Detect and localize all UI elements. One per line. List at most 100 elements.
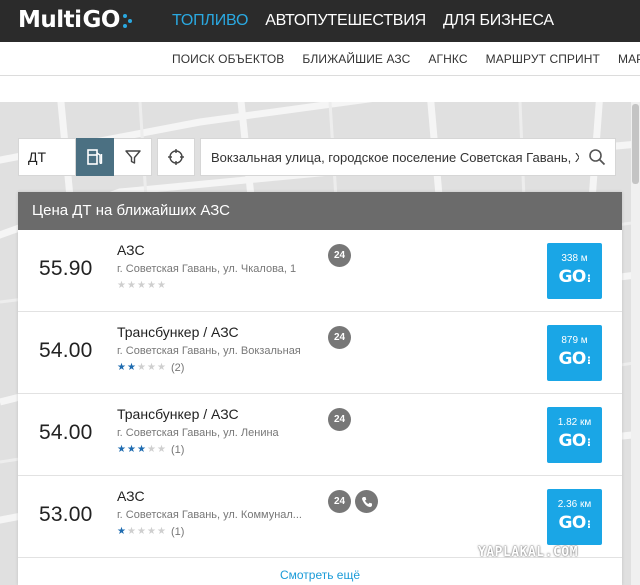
star-icon: ★ (137, 526, 146, 537)
star-icon: ★ (137, 444, 146, 455)
nearest-stations-panel: Цена ДТ на ближайших АЗС 55.90 АЗС г. Сове… (18, 192, 622, 585)
station-price: 54.00 (39, 339, 93, 362)
star-icon: ★ (127, 280, 136, 291)
subnav-cng-stations[interactable]: АГНКС (428, 52, 467, 66)
fuel-pump-icon (86, 149, 102, 165)
sub-nav-bar: ПОИСК ОБЪЕКТОВ БЛИЖАЙШИЕ АЗС АГНКС МАРШР… (0, 42, 640, 76)
go-logo: GO⁝ (558, 431, 591, 451)
station-address: г. Советская Гавань, ул. Ленина (117, 427, 279, 439)
station-address: г. Советская Гавань, ул. Чкалова, 1 (117, 263, 297, 275)
star-icon: ★ (137, 362, 146, 373)
panel-title: Цена ДТ на ближайших АЗС (18, 192, 622, 230)
station-name[interactable]: Трансбункер / АЗС (117, 324, 239, 340)
magnifier-icon (589, 149, 606, 166)
star-icon: ★ (117, 526, 126, 537)
page-scrollbar[interactable] (631, 102, 640, 585)
station-price: 53.00 (39, 503, 93, 526)
go-dots-icon: ⁝ (586, 436, 591, 449)
subnav-route-cut[interactable]: МАРШ (618, 52, 640, 66)
star-icon: ★ (117, 280, 126, 291)
go-logo: GO⁝ (558, 513, 591, 533)
locate-me-button[interactable] (157, 138, 195, 176)
star-icon: ★ (157, 280, 166, 291)
address-input[interactable] (201, 139, 579, 175)
go-logo: GO⁝ (558, 267, 591, 287)
search-toolbar: ДТ (18, 138, 616, 176)
multigo-logo[interactable]: MultiGO (18, 5, 133, 35)
nav-fuel[interactable]: ТОПЛИВО (172, 12, 248, 30)
address-search (200, 138, 616, 176)
open-24h-badge: 24 (328, 490, 351, 513)
station-badges: 24 (328, 326, 355, 349)
subnav-object-search[interactable]: ПОИСК ОБЪЕКТОВ (172, 52, 284, 66)
go-dots-icon: ⁝ (586, 354, 591, 367)
station-row[interactable]: 55.90 АЗС г. Советская Гавань, ул. Чкалова… (18, 230, 622, 312)
star-icon: ★ (127, 526, 136, 537)
search-button[interactable] (579, 139, 615, 175)
star-icon: ★ (157, 362, 166, 373)
star-icon: ★ (127, 444, 136, 455)
station-rating: ★ ★ ★ ★ ★ (2) (117, 362, 184, 374)
star-icon: ★ (147, 362, 156, 373)
station-badges: 24 (328, 490, 378, 513)
station-address: г. Советская Гавань, ул. Вокзальная (117, 345, 301, 357)
filter-icon (124, 150, 141, 164)
nav-road-trips[interactable]: АВТОПУТЕШЕСТВИЯ (265, 12, 426, 30)
star-icon: ★ (157, 526, 166, 537)
station-distance: 338 м (561, 253, 588, 264)
show-more-link[interactable]: Смотреть ещё (18, 568, 622, 582)
go-route-button[interactable]: 2.36 км GO⁝ (547, 489, 602, 545)
phone-icon[interactable] (355, 490, 378, 513)
filter-button[interactable] (114, 138, 152, 176)
station-list: 55.90 АЗС г. Советская Гавань, ул. Чкалова… (18, 230, 622, 558)
star-icon: ★ (147, 526, 156, 537)
station-price: 55.90 (39, 257, 93, 280)
go-route-button[interactable]: 879 м GO⁝ (547, 325, 602, 381)
station-rating: ★ ★ ★ ★ ★ (1) (117, 526, 184, 538)
subnav-nearest-stations[interactable]: БЛИЖАЙШИЕ АЗС (302, 52, 410, 66)
scrollbar-thumb[interactable] (632, 104, 639, 184)
crosshair-icon (168, 149, 184, 165)
logo-dots-icon (122, 13, 133, 29)
go-dots-icon: ⁝ (586, 518, 591, 531)
station-rating: ★ ★ ★ ★ ★ (117, 280, 171, 292)
station-row[interactable]: 54.00 Трансбункер / АЗС г. Советская Гаван… (18, 394, 622, 476)
star-icon: ★ (117, 362, 126, 373)
top-nav-bar: MultiGO ТОПЛИВО АВТОПУТЕШЕСТВИЯ ДЛЯ БИЗН… (0, 0, 640, 42)
station-distance: 879 м (561, 335, 588, 346)
go-route-button[interactable]: 338 м GO⁝ (547, 243, 602, 299)
gas-stations-toggle[interactable] (76, 138, 114, 176)
star-icon: ★ (147, 444, 156, 455)
subnav-route-sprint[interactable]: МАРШРУТ СПРИНТ (486, 52, 600, 66)
open-24h-badge: 24 (328, 326, 351, 349)
review-count: (1) (171, 526, 185, 538)
header-spacer (0, 76, 640, 102)
open-24h-badge: 24 (328, 408, 351, 431)
station-badges: 24 (328, 244, 355, 267)
station-distance: 2.36 км (557, 499, 592, 510)
station-price: 54.00 (39, 421, 93, 444)
star-icon: ★ (157, 444, 166, 455)
station-name[interactable]: АЗС (117, 242, 145, 258)
station-badges: 24 (328, 408, 355, 431)
go-route-button[interactable]: 1.82 км GO⁝ (547, 407, 602, 463)
station-rating: ★ ★ ★ ★ ★ (1) (117, 444, 184, 456)
station-address: г. Советская Гавань, ул. Коммунал... (117, 509, 302, 521)
star-icon: ★ (117, 444, 126, 455)
station-name[interactable]: АЗС (117, 488, 145, 504)
main-nav: ТОПЛИВО АВТОПУТЕШЕСТВИЯ ДЛЯ БИЗНЕСА (172, 0, 571, 42)
star-icon: ★ (127, 362, 136, 373)
station-row[interactable]: 54.00 Трансбункер / АЗС г. Советская Гаван… (18, 312, 622, 394)
watermark: YAPLAKAL.COM (478, 545, 578, 560)
open-24h-badge: 24 (328, 244, 351, 267)
star-icon: ★ (147, 280, 156, 291)
station-name[interactable]: Трансбункер / АЗС (117, 406, 239, 422)
go-dots-icon: ⁝ (586, 272, 591, 285)
review-count: (1) (171, 444, 185, 456)
station-distance: 1.82 км (557, 417, 592, 428)
fuel-type-select[interactable]: ДТ (18, 138, 76, 176)
nav-business[interactable]: ДЛЯ БИЗНЕСА (443, 12, 554, 30)
go-logo: GO⁝ (558, 349, 591, 369)
star-icon: ★ (137, 280, 146, 291)
review-count: (2) (171, 362, 185, 374)
